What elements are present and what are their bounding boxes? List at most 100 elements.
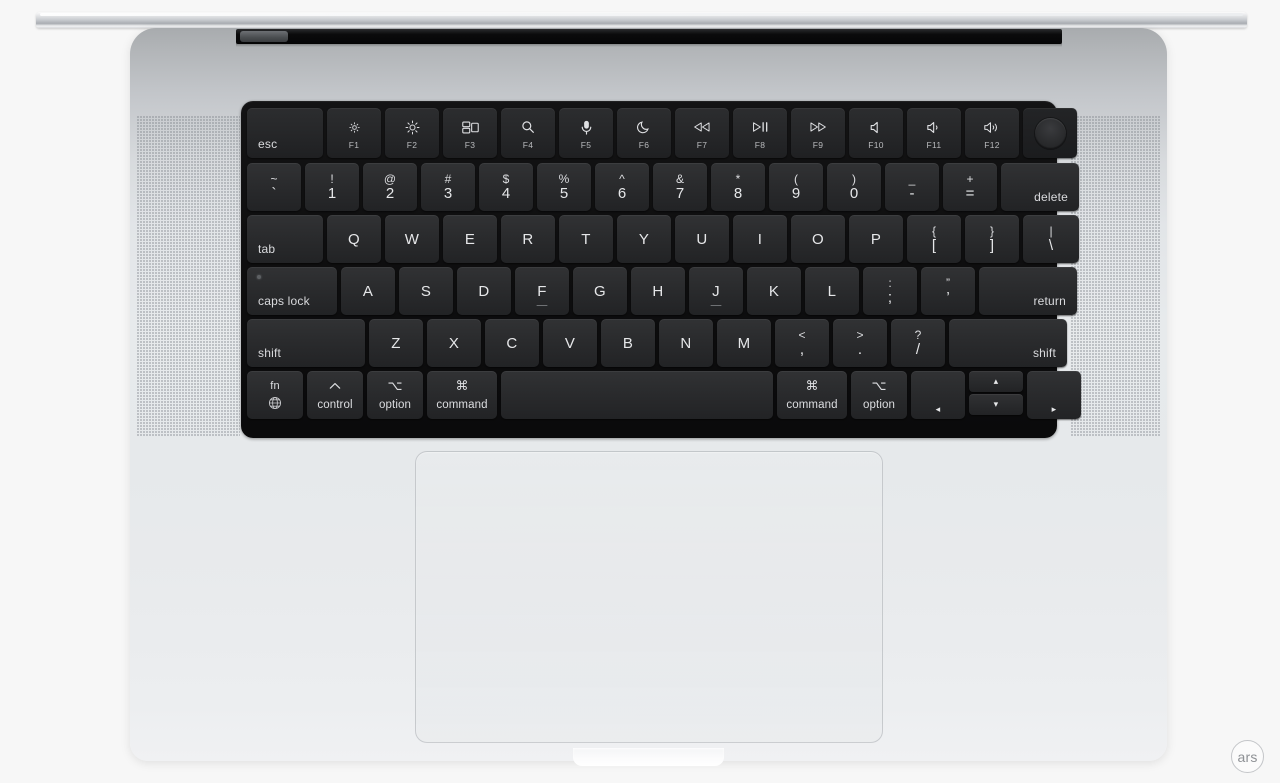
key-f12[interactable]: F12 [965,108,1019,158]
key-f2[interactable]: F2 [385,108,439,158]
key-command-right[interactable]: ⌘ command [777,371,847,419]
key-m[interactable]: M [717,319,771,367]
key-5[interactable]: % 5 [537,163,591,211]
key-arrow-up[interactable]: ▴ [969,371,1023,392]
command-icon: ⌘ [805,378,819,393]
key-k[interactable]: K [747,267,801,315]
key-tilde-backtick[interactable]: ~ ` [247,163,301,211]
key-f5[interactable]: F5 [559,108,613,158]
key-x[interactable]: X [427,319,481,367]
keyboard-row-shift: shift Z X C V B N M < , > . ? / shift [247,319,1067,367]
key-s[interactable]: S [399,267,453,315]
keyboard-row-function: esc F1 F2 F3 F4 F5 F6 F7 F8 F9 F10 F11 F… [247,108,1077,158]
key-comma[interactable]: < , [775,319,829,367]
key-space[interactable] [501,371,773,419]
key-c[interactable]: C [485,319,539,367]
key-r[interactable]: R [501,215,555,263]
display-lid-edge-highlight [40,13,1243,16]
key-i[interactable]: I [733,215,787,263]
key-option-left[interactable]: ⌥ option [367,371,423,419]
tactile-bump-icon [536,304,548,306]
key-1[interactable]: ! 1 [305,163,359,211]
key-f8[interactable]: F8 [733,108,787,158]
globe-icon [268,396,282,410]
key-f3[interactable]: F3 [443,108,497,158]
key-quote[interactable]: ” ’ [921,267,975,315]
key-shift-right[interactable]: shift [949,319,1067,367]
key-f7[interactable]: F7 [675,108,729,158]
key-n[interactable]: N [659,319,713,367]
key-backslash-pipe[interactable]: | \ [1023,215,1079,263]
key-esc[interactable]: esc [247,108,323,158]
key-f1[interactable]: F1 [327,108,381,158]
key-q[interactable]: Q [327,215,381,263]
key-arrow-right[interactable]: ▸ [1027,371,1081,419]
key-period[interactable]: > . [833,319,887,367]
key-shift-left[interactable]: shift [247,319,365,367]
key-w[interactable]: W [385,215,439,263]
key-f11[interactable]: F11 [907,108,961,158]
key-o[interactable]: O [791,215,845,263]
keyboard-row-qwerty: tab Q W E R T Y U I O P {[}] | \ [247,215,1079,263]
key-command-left[interactable]: ⌘ command [427,371,497,419]
key-8[interactable]: * 8 [711,163,765,211]
key-bracket-right[interactable]: } ] [965,215,1019,263]
trackpad[interactable] [415,451,883,743]
key-f10[interactable]: F10 [849,108,903,158]
key-f9[interactable]: F9 [791,108,845,158]
key-7[interactable]: & 7 [653,163,707,211]
lid-opening-lip [573,748,724,766]
brightness-down-icon [348,120,361,135]
play-pause-icon [752,120,769,135]
key-j[interactable]: J [689,267,743,315]
key-2[interactable]: @ 2 [363,163,417,211]
hinge-shadow [236,43,1062,47]
key-l[interactable]: L [805,267,859,315]
key-b[interactable]: B [601,319,655,367]
volume-up-icon [983,120,1001,135]
key-9[interactable]: ( 9 [769,163,823,211]
command-icon: ⌘ [455,378,469,393]
key-bracket-left[interactable]: { [ [907,215,961,263]
key-3[interactable]: # 3 [421,163,475,211]
key-caps-lock[interactable]: caps lock [247,267,337,315]
key-0[interactable]: ) 0 [827,163,881,211]
macbook-product-photo: esc F1 F2 F3 F4 F5 F6 F7 F8 F9 F10 F11 F… [0,0,1280,783]
dictation-mic-icon [581,120,592,135]
volume-down-icon [926,120,942,135]
key-t[interactable]: T [559,215,613,263]
speaker-grille-right [1071,116,1161,436]
key-a[interactable]: A [341,267,395,315]
key-y[interactable]: Y [617,215,671,263]
key-tab[interactable]: tab [247,215,323,263]
key-f[interactable]: F [515,267,569,315]
key-e[interactable]: E [443,215,497,263]
key-minus-underscore[interactable]: _ - [885,163,939,211]
keyboard-row-modifiers: fn control ⌥ option ⌘ command ⌘ command … [247,371,1081,419]
key-delete[interactable]: delete [1001,163,1079,211]
key-semicolon-colon[interactable]: : ; [863,267,917,315]
key-p[interactable]: P [849,215,903,263]
key-6[interactable]: ^ 6 [595,163,649,211]
keyboard: esc F1 F2 F3 F4 F5 F6 F7 F8 F9 F10 F11 F… [241,101,1081,438]
key-z[interactable]: Z [369,319,423,367]
key-g[interactable]: G [573,267,627,315]
key-return[interactable]: return [979,267,1077,315]
key-fn-globe[interactable]: fn [247,371,303,419]
key-touch-id[interactable] [1023,108,1077,158]
key-v[interactable]: V [543,319,597,367]
key-arrow-left[interactable]: ◂ [911,371,965,419]
key-f4[interactable]: F4 [501,108,555,158]
key-control-left[interactable]: control [307,371,363,419]
key-d[interactable]: D [457,267,511,315]
key-slash-question[interactable]: ? / [891,319,945,367]
key-u[interactable]: U [675,215,729,263]
key-arrow-down[interactable]: ▾ [969,394,1023,415]
mission-control-icon [461,120,479,135]
key-equals-plus[interactable]: + = [943,163,997,211]
key-4[interactable]: $ 4 [479,163,533,211]
key-h[interactable]: H [631,267,685,315]
key-option-right[interactable]: ⌥ option [851,371,907,419]
key-f6[interactable]: F6 [617,108,671,158]
tactile-bump-icon [710,304,722,306]
